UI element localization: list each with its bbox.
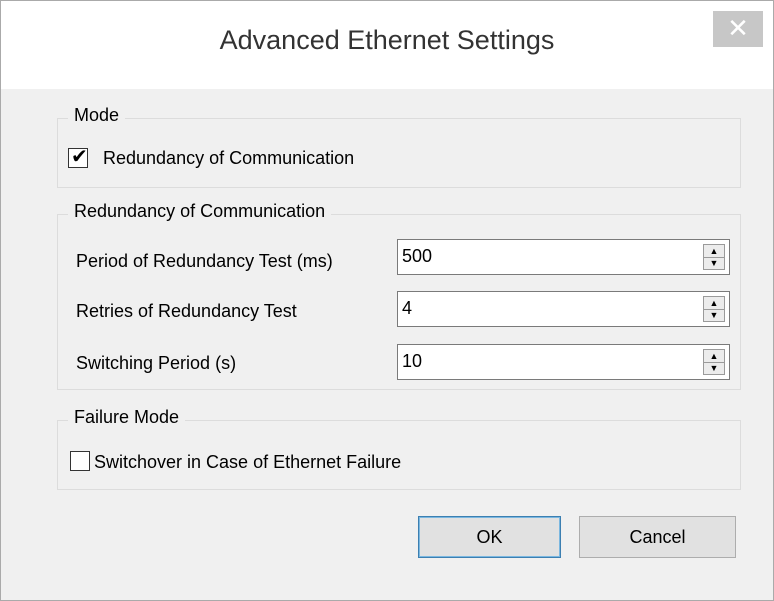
dialog-title: Advanced Ethernet Settings (219, 25, 555, 55)
switching-period-spinbox[interactable]: 10 ▲ ▼ (397, 344, 730, 380)
title-bar: Advanced Ethernet Settings ✕ (1, 1, 773, 89)
close-icon: ✕ (727, 13, 749, 43)
redundancy-group-legend: Redundancy of Communication (68, 201, 332, 222)
mode-group: Mode ✔ Redundancy of Communication (57, 105, 741, 188)
switchover-checkbox[interactable] (70, 451, 90, 471)
retries-label: Retries of Redundancy Test (76, 301, 297, 321)
failure-mode-group-legend: Failure Mode (68, 407, 186, 428)
cancel-button[interactable]: Cancel (579, 516, 736, 558)
period-label: Period of Redundancy Test (ms) (76, 251, 333, 271)
retries-spinbox[interactable]: 4 ▲ ▼ (397, 291, 730, 327)
period-spin-buttons[interactable]: ▲ ▼ (703, 244, 725, 270)
mode-group-legend: Mode (68, 105, 126, 126)
spin-down-icon[interactable]: ▼ (704, 257, 724, 269)
ok-button[interactable]: OK (418, 516, 561, 558)
retries-value[interactable]: 4 (402, 298, 412, 319)
switching-period-value[interactable]: 10 (402, 351, 422, 372)
close-button[interactable]: ✕ (713, 11, 763, 47)
switchover-checkbox-label[interactable]: Switchover in Case of Ethernet Failure (94, 452, 401, 473)
switching-period-spin-buttons[interactable]: ▲ ▼ (703, 349, 725, 375)
checkmark-icon: ✔ (71, 146, 88, 168)
dialog-window: Advanced Ethernet Settings ✕ Mode ✔ Redu… (0, 0, 774, 601)
failure-mode-group: Failure Mode Switchover in Case of Ether… (57, 407, 741, 490)
redundancy-checkbox-label[interactable]: Redundancy of Communication (103, 148, 354, 169)
spin-down-icon[interactable]: ▼ (704, 309, 724, 321)
period-value[interactable]: 500 (402, 246, 432, 267)
period-spinbox[interactable]: 500 ▲ ▼ (397, 239, 730, 275)
switching-period-label: Switching Period (s) (76, 353, 237, 373)
retries-spin-buttons[interactable]: ▲ ▼ (703, 296, 725, 322)
spin-down-icon[interactable]: ▼ (704, 362, 724, 374)
redundancy-checkbox[interactable]: ✔ (68, 146, 88, 168)
